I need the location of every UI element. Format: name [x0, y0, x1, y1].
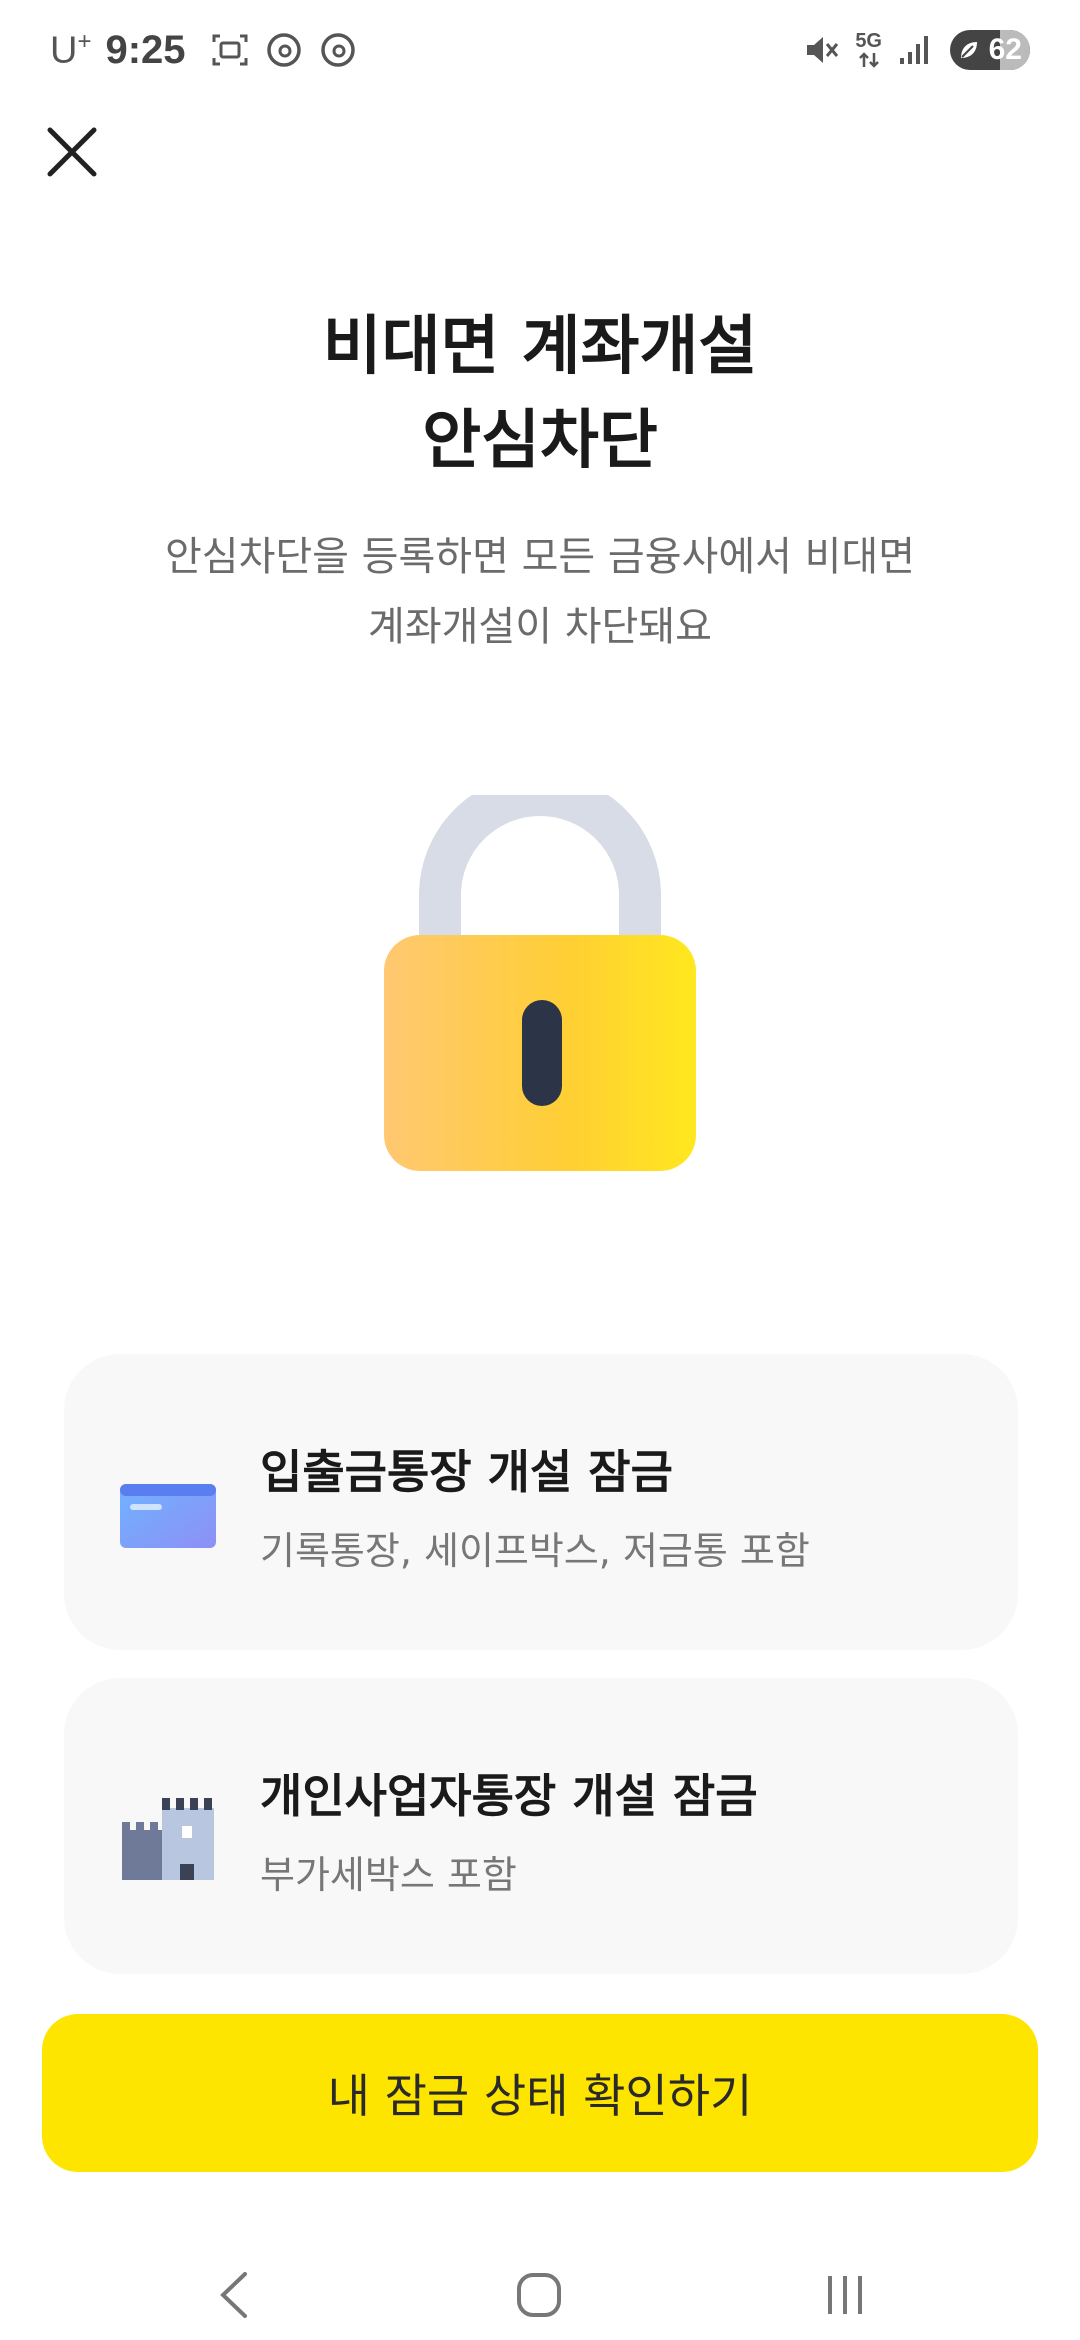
check-lock-status-button[interactable]: 내 잠금 상태 확인하기	[42, 2014, 1038, 2172]
option-title: 입출금통장 개설 잠금	[260, 1445, 673, 1499]
close-button[interactable]	[40, 120, 104, 184]
signal-icon	[900, 36, 928, 64]
page-title: 비대면 계좌개설 안심차단	[0, 300, 1080, 488]
battery-level: 62	[988, 33, 1022, 66]
lock-icon	[384, 795, 696, 1171]
data-arrows-icon	[858, 52, 879, 68]
home-icon	[517, 2273, 561, 2317]
subtitle-line-2: 계좌개설이 차단돼요	[368, 604, 712, 650]
status-left: U+ 9:25	[50, 22, 358, 78]
recents-icon	[828, 2276, 862, 2314]
clock: 9:25	[105, 27, 186, 72]
carrier-label: U+	[50, 27, 92, 72]
title-line-2: 안심차단	[422, 404, 658, 478]
subtitle-line-1: 안심차단을 등록하면 모든 금융사에서 비대면	[164, 534, 916, 580]
title-line-1: 비대면 계좌개설	[322, 310, 758, 384]
mute-icon	[807, 37, 839, 63]
network-type-label: 5G	[855, 30, 882, 52]
option-card-deposit-account[interactable]: 입출금통장 개설 잠금 기록통장, 세이프박스, 저금통 포함	[64, 1354, 1018, 1650]
back-button[interactable]	[190, 2260, 280, 2330]
option-description: 부가세박스 포함	[260, 1853, 517, 1897]
card-icon	[120, 1484, 216, 1548]
building-icon	[122, 1798, 214, 1880]
close-icon	[47, 127, 97, 177]
status-right: 5G 62	[801, 24, 1030, 76]
home-button[interactable]	[494, 2260, 584, 2330]
option-card-business-account[interactable]: 개인사업자통장 개설 잠금 부가세박스 포함	[64, 1678, 1018, 1974]
system-nav-bar	[0, 2240, 1080, 2340]
leaf-icon	[961, 42, 977, 58]
option-description: 기록통장, 세이프박스, 저금통 포함	[260, 1529, 810, 1573]
battery-indicator: 62	[950, 30, 1030, 70]
back-icon	[220, 2272, 247, 2318]
screenshot-icon	[212, 34, 248, 66]
threads-icon	[266, 33, 301, 67]
option-title: 개인사업자통장 개설 잠금	[260, 1769, 758, 1823]
page-subtitle: 안심차단을 등록하면 모든 금융사에서 비대면 계좌개설이 차단돼요	[80, 522, 1000, 662]
recents-button[interactable]	[800, 2260, 890, 2330]
threads-icon	[320, 33, 355, 67]
network-indicator: 5G	[855, 31, 882, 69]
status-bar: U+ 9:25 5G 62	[0, 0, 1080, 100]
